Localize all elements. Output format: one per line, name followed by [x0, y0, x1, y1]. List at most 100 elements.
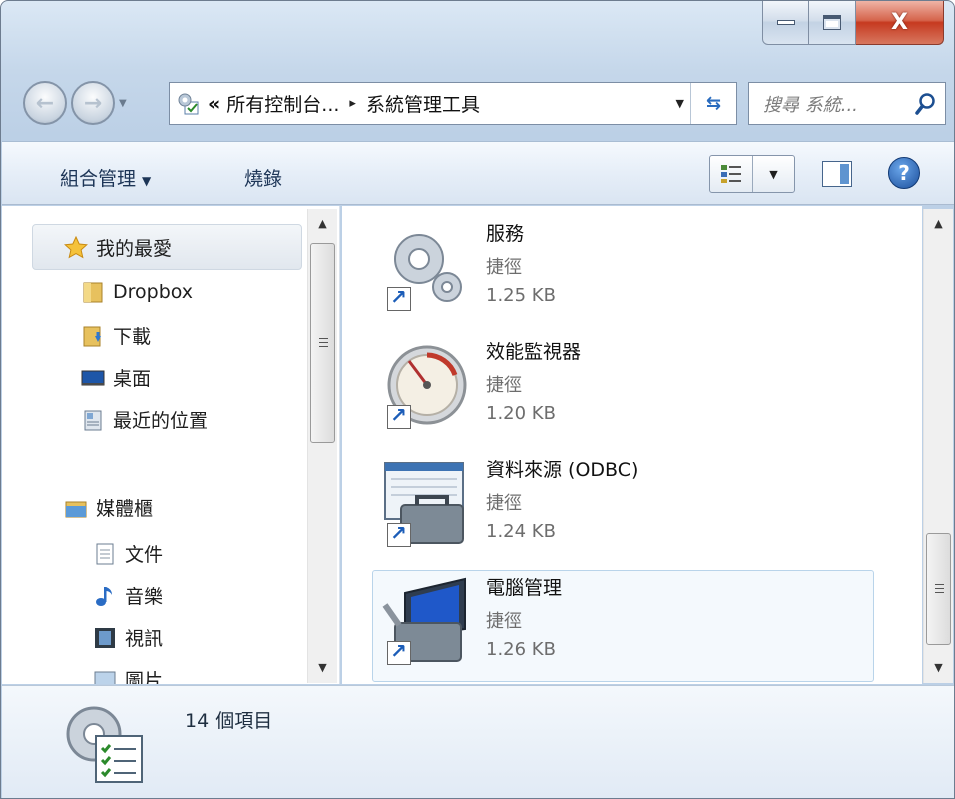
- burn-button[interactable]: 燒錄: [244, 164, 282, 191]
- nav-label: 媒體櫃: [96, 498, 154, 520]
- help-icon: ?: [898, 161, 910, 185]
- nav-pane-scrollbar[interactable]: ▲ ▼: [307, 209, 337, 683]
- recent-pages-dropdown-icon[interactable]: ▼: [119, 98, 127, 109]
- nav-item-music[interactable]: 音樂: [93, 582, 163, 609]
- search-placeholder: 搜尋 系統...: [763, 94, 858, 116]
- command-bar: 組合管理 ▼ 燒錄 ▼ ?: [2, 141, 954, 205]
- file-type: 捷徑: [486, 611, 522, 632]
- nav-item-libraries[interactable]: 媒體櫃: [64, 494, 153, 521]
- nav-item-recent-places[interactable]: 最近的位置: [81, 406, 208, 433]
- file-size: 1.24 KB: [486, 521, 556, 542]
- nav-label: 下載: [113, 326, 152, 348]
- file-name: 服務: [486, 223, 525, 245]
- scroll-up-arrow-icon[interactable]: ▲: [924, 213, 953, 235]
- details-view-icon: [721, 165, 741, 183]
- history-navigation: ← → ▼: [23, 75, 127, 131]
- file-type: 捷徑: [486, 257, 522, 278]
- control-panel-icon: [178, 93, 199, 114]
- nav-label: 音樂: [125, 586, 164, 608]
- view-dropdown-icon[interactable]: ▼: [752, 156, 794, 192]
- address-bar[interactable]: « 所有控制台... ▸ 系統管理工具 ▼ ⇆: [169, 82, 737, 125]
- nav-label: 文件: [125, 544, 164, 566]
- star-icon: [64, 235, 88, 258]
- item-count: 14 個項目: [185, 710, 273, 732]
- libraries-icon: [65, 501, 87, 517]
- preview-pane-button[interactable]: [822, 161, 852, 187]
- file-item[interactable]: 效能監視器 捷徑 1.20 KB: [372, 334, 874, 446]
- refresh-button[interactable]: ⇆: [690, 83, 736, 124]
- file-item[interactable]: 服務 捷徑 1.25 KB: [372, 216, 874, 328]
- explorer-window: X ← → ▼ « 所有控制台... ▸ 系統管理工具 ▼ ⇆ 搜尋 系統...…: [0, 0, 955, 799]
- nav-item-downloads[interactable]: 下載: [81, 322, 151, 349]
- nav-item-desktop[interactable]: 桌面: [81, 364, 151, 391]
- forward-arrow-icon: →: [83, 90, 103, 116]
- desktop-icon: [81, 370, 105, 385]
- file-size: 1.25 KB: [486, 285, 556, 306]
- scroll-thumb[interactable]: [926, 533, 951, 645]
- shortcut-arrow-icon: [387, 521, 411, 547]
- nav-item-favorites[interactable]: 我的最愛: [64, 234, 172, 261]
- minimize-button[interactable]: [762, 1, 809, 45]
- file-name: 電腦管理: [486, 577, 563, 599]
- folder-icon: [83, 282, 103, 303]
- downloads-folder-icon: [83, 326, 101, 346]
- nav-item-pictures[interactable]: 圖片: [93, 666, 163, 684]
- help-button[interactable]: ?: [888, 157, 920, 189]
- file-list: 服務 捷徑 1.25 KB 效能監視器 捷徑 1.20 KB: [342, 206, 922, 684]
- nav-label: 圖片: [125, 670, 164, 684]
- change-view-button[interactable]: ▼: [709, 155, 795, 193]
- search-box[interactable]: 搜尋 系統...: [748, 82, 946, 125]
- recent-places-icon: [84, 410, 102, 430]
- shortcut-arrow-icon: [387, 403, 411, 429]
- file-list-scrollbar[interactable]: ▲ ▼: [923, 209, 953, 683]
- file-size: 1.20 KB: [486, 403, 556, 424]
- file-item-selected[interactable]: 電腦管理 捷徑 1.26 KB: [372, 570, 874, 682]
- minimize-icon: [776, 20, 795, 25]
- back-button[interactable]: ←: [23, 81, 67, 125]
- nav-label: 我的最愛: [96, 238, 173, 260]
- file-item[interactable]: 資料來源 (ODBC) 捷徑 1.24 KB: [372, 452, 874, 564]
- search-icon[interactable]: [915, 92, 937, 116]
- close-button[interactable]: X: [856, 1, 944, 45]
- nav-label: 視訊: [125, 628, 164, 650]
- maximize-button[interactable]: [809, 1, 856, 45]
- close-icon: X: [891, 9, 908, 35]
- grip-icon: [935, 584, 944, 593]
- scroll-down-arrow-icon[interactable]: ▼: [308, 657, 337, 679]
- shortcut-arrow-icon: [387, 285, 411, 311]
- document-icon: [96, 543, 114, 564]
- back-arrow-icon: ←: [35, 90, 55, 116]
- caption-buttons: X: [762, 1, 944, 45]
- chevron-down-icon: ▼: [142, 174, 152, 188]
- scroll-thumb[interactable]: [310, 243, 335, 443]
- picture-icon: [94, 671, 116, 684]
- scroll-up-arrow-icon[interactable]: ▲: [308, 213, 337, 235]
- film-icon: [95, 627, 115, 648]
- address-dropdown-icon[interactable]: ▼: [676, 97, 684, 110]
- music-note-icon: [96, 586, 112, 606]
- file-name: 資料來源 (ODBC): [486, 459, 639, 481]
- nav-item-documents[interactable]: 文件: [93, 540, 163, 567]
- file-type: 捷徑: [486, 493, 522, 514]
- file-name: 效能監視器: [486, 341, 582, 363]
- file-size: 1.26 KB: [486, 639, 556, 660]
- address-overflow[interactable]: «: [208, 93, 220, 115]
- grip-icon: [319, 338, 328, 347]
- admin-tools-icon: [66, 706, 143, 783]
- breadcrumb-control-panel[interactable]: 所有控制台...: [226, 90, 339, 117]
- nav-label: 最近的位置: [113, 410, 209, 432]
- shortcut-arrow-icon: [387, 639, 411, 665]
- refresh-icon: ⇆: [705, 93, 722, 114]
- scroll-down-arrow-icon[interactable]: ▼: [924, 657, 953, 679]
- forward-button[interactable]: →: [71, 81, 115, 125]
- maximize-icon: [823, 15, 841, 30]
- nav-label: Dropbox: [113, 281, 194, 303]
- navigation-pane: 我的最愛 Dropbox 下載 桌面 最近的位置 媒體櫃 文件 音樂 視訊 圖片: [2, 206, 340, 684]
- breadcrumb-admin-tools[interactable]: 系統管理工具: [366, 90, 480, 117]
- organize-menu[interactable]: 組合管理 ▼: [60, 164, 151, 191]
- nav-item-dropbox[interactable]: Dropbox: [81, 280, 193, 304]
- file-type: 捷徑: [486, 375, 522, 396]
- view-icon[interactable]: [710, 156, 752, 192]
- nav-item-videos[interactable]: 視訊: [93, 624, 163, 651]
- breadcrumb-separator[interactable]: ▸: [349, 96, 356, 111]
